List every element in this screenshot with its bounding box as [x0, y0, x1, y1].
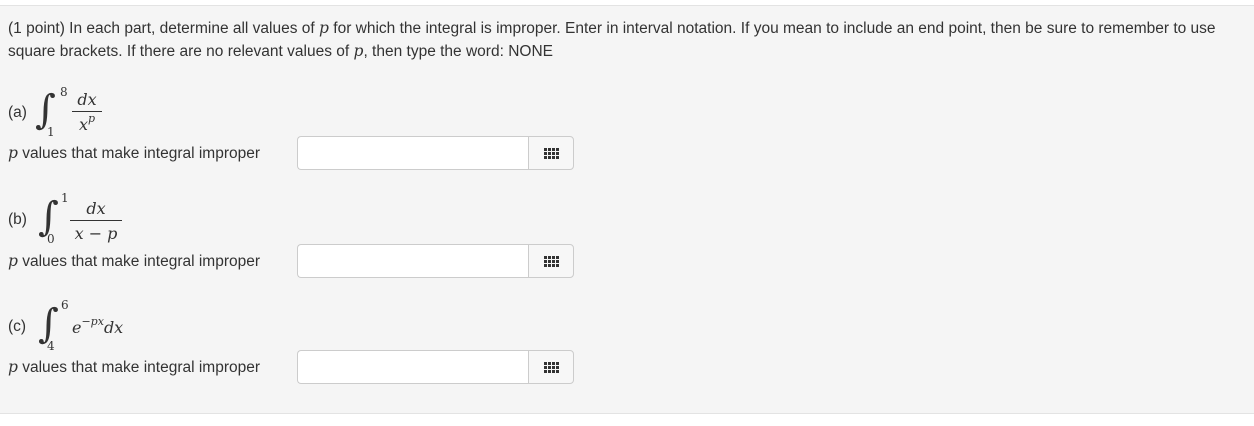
answer-row-b: p values that make integral improper	[8, 244, 578, 280]
answer-text: values that make integral improper	[17, 359, 261, 376]
answer-text: values that make integral improper	[17, 145, 261, 162]
integral-sign: ∫	[38, 301, 59, 347]
numerator: dx	[77, 90, 97, 109]
intro-text-3: , then type the word: NONE	[363, 43, 553, 60]
answer-label: p values that make integral improper	[8, 144, 260, 163]
answer-row-a: p values that make integral improper	[8, 136, 578, 172]
denominator: x − p	[74, 224, 118, 243]
intro-text-1: (1 point) In each part, determine all va…	[8, 20, 320, 37]
part-b-integral: (b) ∫ 1 0 dx x − p	[8, 191, 208, 247]
numerator: dx	[86, 199, 106, 218]
integrand-dx: dx	[103, 318, 124, 337]
answer-input-c[interactable]	[297, 350, 529, 384]
answer-text: values that make integral improper	[17, 253, 261, 270]
equation-editor-button-c[interactable]	[528, 350, 574, 384]
answer-input-b[interactable]	[297, 244, 529, 278]
grid-icon	[544, 148, 559, 159]
part-label: (c)	[8, 318, 27, 335]
answer-var-p: p	[8, 252, 18, 270]
upper-limit: 6	[61, 298, 69, 312]
upper-limit: 8	[60, 85, 68, 99]
equation-editor-button-b[interactable]	[528, 244, 574, 278]
integrand-exponent: −px	[81, 315, 104, 328]
answer-row-c: p values that make integral improper	[8, 350, 578, 386]
answer-var-p: p	[8, 358, 18, 376]
denominator-base: x	[78, 115, 88, 134]
denominator-exponent: p	[87, 112, 96, 125]
intro-var-p: p	[319, 19, 329, 37]
answer-label: p values that make integral improper	[8, 252, 260, 271]
integral-sign: ∫	[35, 87, 56, 133]
integrand-fraction: dx xp	[72, 90, 102, 134]
problem-panel: (1 point) In each part, determine all va…	[0, 5, 1254, 414]
part-a-integral: (a) ∫ 8 1 dx xp	[8, 86, 208, 138]
problem-statement: (1 point) In each part, determine all va…	[8, 17, 1238, 63]
answer-label: p values that make integral improper	[8, 358, 260, 377]
part-label: (b)	[8, 211, 27, 228]
intro-var-p: p	[353, 42, 364, 60]
equation-editor-button-a[interactable]	[528, 136, 574, 170]
integrand: e−pxdx	[72, 316, 124, 337]
grid-icon	[544, 256, 559, 267]
answer-input-a[interactable]	[297, 136, 529, 170]
integral-sign: ∫	[38, 194, 59, 240]
upper-limit: 1	[61, 191, 69, 205]
answer-var-p: p	[8, 144, 18, 162]
part-label: (a)	[8, 104, 27, 121]
grid-icon	[544, 362, 559, 373]
integrand-fraction: dx x − p	[70, 199, 122, 245]
part-c-integral: (c) ∫ 6 4 e−pxdx	[8, 298, 208, 354]
